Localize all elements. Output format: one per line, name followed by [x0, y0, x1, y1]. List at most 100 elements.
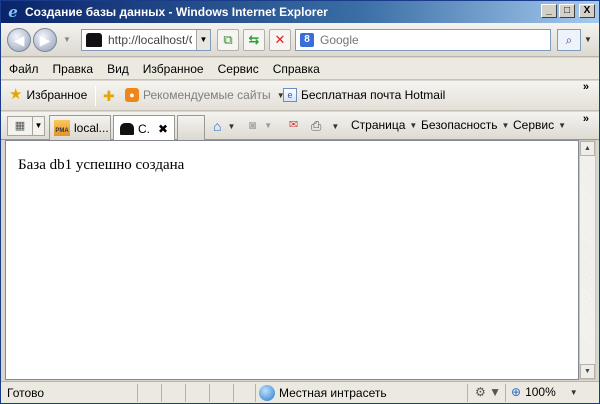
favorites-bar: ★ Избранное ✚ ● Рекомендуемые сайты ▼ e …: [1, 81, 599, 111]
favorites-overflow-chevron-icon[interactable]: »: [583, 81, 589, 93]
tools-menu-label: Сервис: [513, 118, 555, 132]
minimize-button[interactable]: _: [541, 4, 557, 18]
browser-window: e Создание базы данных - Windows Interne…: [0, 0, 600, 404]
window-controls: _ □ X: [541, 4, 595, 18]
address-bar[interactable]: http://localhost/C ▼: [81, 29, 211, 51]
page-menu-label: Страница: [351, 118, 406, 132]
tools-dropdown-icon: ▼: [558, 120, 567, 130]
tab-list-dropdown-icon[interactable]: ▼: [33, 116, 45, 136]
title-bar[interactable]: e Создание базы данных - Windows Interne…: [1, 1, 599, 23]
forward-button[interactable]: ▶: [33, 28, 57, 52]
quick-tabs-button[interactable]: ▦: [7, 116, 33, 136]
hotmail-link[interactable]: e Бесплатная почта Hotmail: [283, 88, 445, 102]
scroll-up-icon[interactable]: ▲: [580, 141, 595, 156]
status-divider: [233, 384, 234, 402]
menu-favorites[interactable]: Избранное: [135, 62, 210, 76]
tab-command-bar: ▦ ▼ PMA local... С. ✖ ⌂ ▼ ◙ ▼ ✉ ⎙ ▼ Стра…: [1, 112, 599, 141]
status-divider: [209, 384, 210, 402]
back-button[interactable]: ◀: [7, 28, 31, 52]
close-button[interactable]: X: [579, 4, 595, 18]
page-menu[interactable]: Страница ▼: [351, 118, 417, 132]
status-divider: [505, 384, 506, 402]
status-divider: [185, 384, 186, 402]
security-zone[interactable]: Местная интрасеть: [259, 385, 387, 401]
printer-icon: ⎙: [311, 118, 322, 133]
zoom-level: 100%: [525, 385, 556, 399]
tools-menu[interactable]: Сервис ▼: [513, 118, 566, 132]
search-button[interactable]: ⌕: [557, 29, 581, 51]
new-tab-button[interactable]: [177, 115, 205, 140]
menu-edit[interactable]: Правка: [45, 62, 100, 76]
menu-tools[interactable]: Сервис: [210, 62, 265, 76]
zoom-control[interactable]: ⊕ 100% ▼: [511, 385, 578, 399]
zone-label: Местная интрасеть: [279, 386, 387, 400]
zoom-dropdown-icon[interactable]: ▼: [570, 388, 578, 397]
safety-dropdown-icon: ▼: [501, 120, 510, 130]
vertical-scrollbar[interactable]: ▲ ▼: [579, 140, 596, 380]
tab-label: local...: [74, 121, 109, 135]
status-divider: [137, 384, 138, 402]
star-icon: ★: [9, 86, 23, 103]
intranet-globe-icon: [259, 385, 275, 401]
refresh-button[interactable]: ⇆: [243, 29, 265, 51]
menu-bar: Файл Правка Вид Избранное Сервис Справка: [1, 58, 599, 80]
google-search-provider-icon: 8: [300, 33, 314, 47]
recent-pages-dropdown-icon[interactable]: ▼: [63, 35, 71, 44]
feeds-dropdown-icon[interactable]: ▼: [264, 121, 272, 130]
search-input[interactable]: [320, 33, 540, 47]
success-message: База db1 успешно создана: [18, 157, 185, 173]
home-icon: ⌂: [213, 118, 222, 134]
home-button[interactable]: ⌂ ▼: [213, 118, 235, 134]
ie-logo-icon: e: [8, 3, 18, 21]
zoom-magnifier-icon: ⊕: [511, 385, 522, 399]
search-box[interactable]: 8: [295, 29, 551, 51]
page-dropdown-icon: ▼: [409, 120, 418, 130]
feed-icon: ◙: [249, 118, 257, 132]
print-button[interactable]: ⎙ ▼: [311, 118, 339, 134]
favorites-button[interactable]: ★ Избранное: [9, 86, 88, 103]
menu-help[interactable]: Справка: [265, 62, 326, 76]
site-favicon-icon: [86, 33, 102, 47]
feeds-button[interactable]: ◙ ▼: [249, 118, 272, 132]
tab-localhost[interactable]: PMA local...: [49, 115, 111, 140]
status-divider: [161, 384, 162, 402]
favorites-separator: [95, 86, 96, 106]
menu-view[interactable]: Вид: [99, 62, 135, 76]
window-title: Создание базы данных - Windows Internet …: [25, 5, 328, 19]
tab-label: С.: [138, 121, 150, 136]
suggested-sites-label: Рекомендуемые сайты: [143, 88, 271, 102]
mail-icon: ✉: [289, 119, 299, 131]
close-tab-icon[interactable]: ✖: [158, 122, 168, 136]
add-favorite-icon: ✚: [103, 88, 115, 104]
stop-button[interactable]: ✕: [269, 29, 291, 51]
command-overflow-chevron-icon[interactable]: »: [583, 113, 589, 125]
suggested-sites-icon: ●: [125, 88, 139, 102]
protected-mode-icon[interactable]: ⚙ ▼: [475, 385, 501, 399]
phpmyadmin-icon: PMA: [54, 120, 70, 136]
suggested-sites-link[interactable]: ● Рекомендуемые сайты ▼: [125, 88, 285, 102]
maximize-button[interactable]: □: [559, 4, 575, 18]
tab-active[interactable]: С. ✖: [113, 115, 175, 141]
menu-file[interactable]: Файл: [1, 62, 45, 76]
scroll-down-icon[interactable]: ▼: [580, 364, 595, 379]
hotmail-label: Бесплатная почта Hotmail: [301, 88, 446, 102]
hotmail-page-icon: e: [283, 88, 297, 102]
status-text: Готово: [7, 386, 45, 400]
page-content: База db1 успешно создана: [5, 140, 579, 380]
home-dropdown-icon[interactable]: ▼: [227, 122, 235, 131]
status-divider: [467, 384, 468, 402]
safety-menu[interactable]: Безопасность ▼: [421, 118, 509, 132]
address-url[interactable]: http://localhost/C: [108, 33, 192, 47]
print-dropdown-icon[interactable]: ▼: [331, 122, 339, 131]
status-bar: Готово Местная интрасеть ⚙ ▼ ⊕ 100% ▼: [1, 381, 599, 403]
status-divider: [255, 384, 256, 402]
read-mail-button[interactable]: ✉: [289, 118, 302, 131]
hat-icon: [120, 122, 134, 135]
address-dropdown-icon[interactable]: ▼: [196, 30, 210, 50]
add-to-favorites-bar-button[interactable]: ✚: [103, 88, 121, 105]
compatibility-view-button[interactable]: ⧉: [217, 29, 239, 51]
address-toolbar: ◀ ▶ ▼ http://localhost/C ▼ ⧉ ⇆ ✕ 8 ⌕ ▼: [1, 23, 599, 57]
favorites-label: Избранное: [26, 88, 88, 102]
search-options-dropdown-icon[interactable]: ▼: [584, 35, 592, 44]
safety-menu-label: Безопасность: [421, 118, 498, 132]
